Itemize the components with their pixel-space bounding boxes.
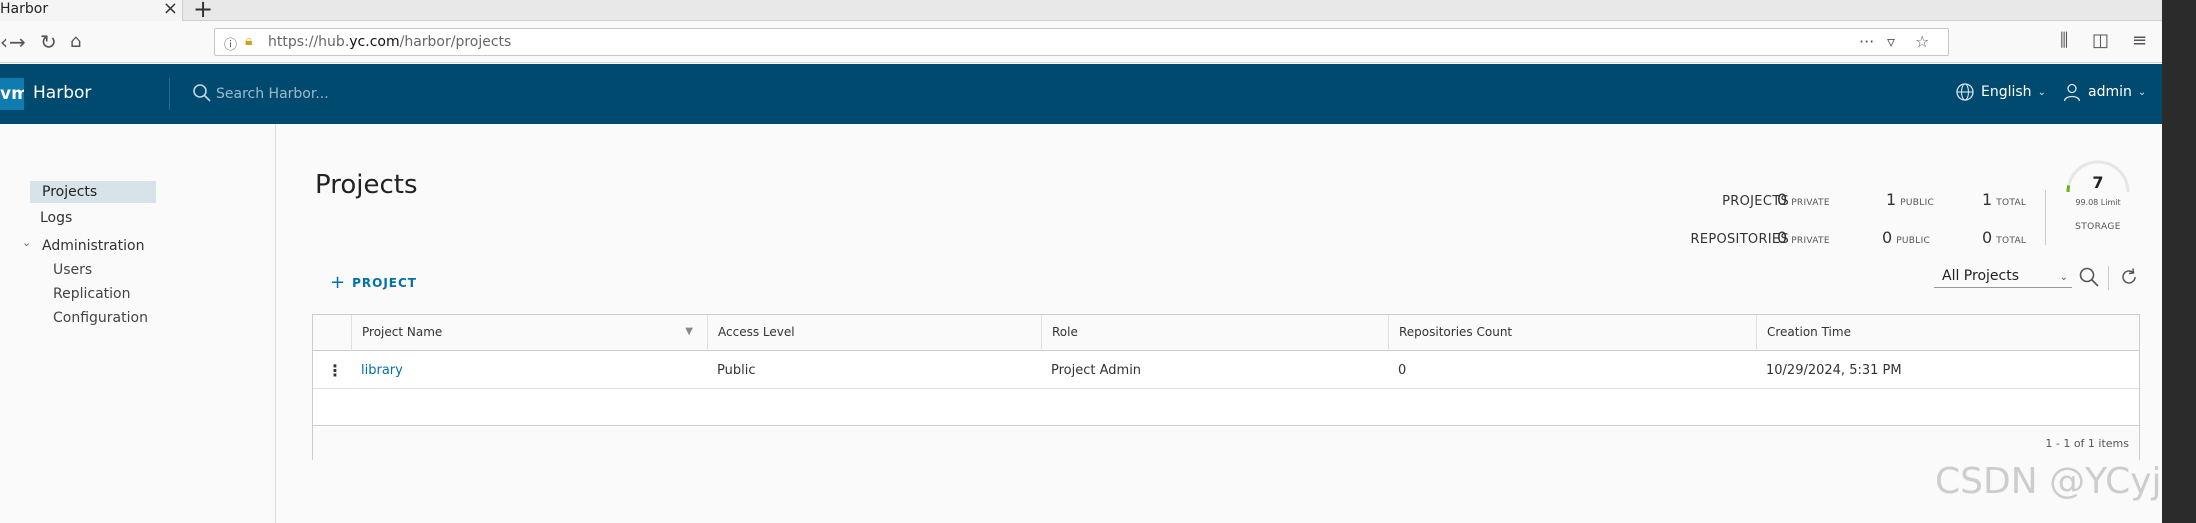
language-selector[interactable]: English ⌄ — [1955, 82, 2046, 102]
globe-icon — [1956, 83, 1974, 101]
datagrid-empty-space — [313, 390, 2139, 426]
sidebar-item-replication[interactable]: Replication — [53, 286, 130, 302]
tab-title: Harbor — [0, 1, 49, 17]
reload-icon[interactable]: ↻ — [40, 30, 57, 54]
refresh-icon[interactable] — [2118, 266, 2140, 288]
column-header-project-name[interactable]: Project Name ▼ — [351, 315, 707, 351]
sidebar-item-configuration[interactable]: Configuration — [53, 310, 148, 326]
storage-value: 7 — [2092, 173, 2104, 192]
info-icon[interactable]: ⓘ — [224, 34, 237, 53]
sidebar-item-administration[interactable]: Administration — [42, 238, 144, 254]
page-title: Projects — [315, 170, 418, 200]
search-icon — [193, 84, 211, 102]
chevron-down-icon: ⌄ — [2059, 272, 2068, 283]
toolbar-divider — [2108, 266, 2109, 290]
user-icon — [2063, 83, 2081, 102]
column-header-access-level[interactable]: Access Level — [707, 315, 1041, 351]
pocket-icon[interactable]: ▿ — [1887, 32, 1895, 51]
browser-window: Harbor × + ‹ → ↻ ⌂ ⓘ 🔒︎ https://hub.yc.c… — [0, 0, 2162, 523]
repos-total-count: 0 TOTAL — [1982, 228, 2027, 247]
home-icon[interactable]: ⌂ — [70, 30, 81, 54]
username: admin — [2088, 84, 2132, 100]
library-icon[interactable]: ⫼ — [2060, 30, 2068, 51]
sidebar-item-users[interactable]: Users — [53, 262, 92, 278]
repos-public-count: 0 PUBLIC — [1882, 228, 1931, 247]
role-cell: Project Admin — [1051, 363, 1142, 378]
project-summary: PROJECTS REPOSITORIES 0 PRIVATE 1 PUBLIC 1… — [1600, 186, 2040, 256]
browser-navbar: ‹ → ↻ ⌂ ⓘ 🔒︎ https://hub.yc.com/harbor/p… — [0, 21, 2162, 63]
project-filter-select[interactable]: All Projects ⌄ — [1934, 266, 2072, 288]
repos-private-count: 0 PRIVATE — [1777, 228, 1830, 247]
sidebar-item-projects[interactable]: Projects — [30, 181, 156, 203]
search-input[interactable] — [216, 82, 616, 106]
projects-private-count: 0 PRIVATE — [1777, 190, 1830, 209]
insecure-lock-icon[interactable]: 🔒︎ — [245, 33, 252, 49]
window-edge — [2162, 0, 2196, 523]
row-actions-icon[interactable]: ⋮ — [321, 352, 351, 389]
user-menu[interactable]: admin ⌄ — [2062, 82, 2146, 102]
app-title[interactable]: Harbor — [33, 83, 91, 103]
sidebar-item-logs[interactable]: Logs — [40, 210, 72, 226]
storage-limit: 99.08 Limit — [2075, 198, 2121, 207]
storage-label: STORAGE — [2075, 222, 2121, 232]
repositories-summary-label: REPOSITORIES — [1690, 232, 1789, 247]
search-icon[interactable] — [2078, 266, 2100, 288]
plus-icon: + — [330, 272, 347, 293]
page-actions-icon[interactable]: ··· — [1859, 32, 1874, 51]
projects-public-count: 1 PUBLIC — [1886, 190, 1935, 209]
project-link[interactable]: library — [361, 363, 403, 378]
summary-divider — [2045, 190, 2046, 245]
project-filter-value: All Projects — [1942, 268, 2019, 284]
browser-tab[interactable]: Harbor × — [0, 0, 183, 21]
bookmark-star-icon[interactable]: ☆ — [1915, 32, 1929, 51]
pagination-text: 1 - 1 of 1 items — [2045, 437, 2129, 450]
storage-gauge: 7 99.08 Limit STORAGE — [2058, 160, 2138, 240]
project-name-cell: library — [351, 352, 403, 389]
vmware-logo: vm — [0, 78, 24, 110]
repo-count-cell: 0 — [1398, 363, 1407, 378]
close-tab-icon[interactable]: × — [163, 0, 178, 18]
back-icon[interactable]: ‹ — [0, 30, 8, 54]
new-tab-button[interactable]: + — [193, 0, 213, 21]
menu-icon[interactable]: ≡ — [2132, 30, 2147, 51]
column-header-creation-time[interactable]: Creation Time — [1756, 315, 2139, 351]
url-bar[interactable]: ⓘ 🔒︎ https://hub.yc.com/harbor/projects … — [214, 28, 1949, 56]
projects-datagrid: Project Name ▼ Access Level Role Reposit… — [312, 314, 2140, 460]
add-project-label: PROJECT — [352, 275, 417, 290]
header-divider — [169, 78, 170, 110]
url-text: https://hub.yc.com/harbor/projects — [268, 34, 512, 50]
access-level-cell: Public — [717, 363, 756, 378]
sidebar: Projects Logs ⌄ Administration Users Rep… — [0, 124, 276, 523]
forward-icon[interactable]: → — [9, 30, 26, 54]
projects-total-count: 1 TOTAL — [1982, 190, 2027, 209]
language-label: English — [1981, 84, 2032, 100]
chevron-down-icon: ⌄ — [2037, 86, 2046, 98]
chevron-down-icon[interactable]: ⌄ — [22, 236, 31, 249]
column-header-role[interactable]: Role — [1041, 315, 1388, 351]
sidebar-toggle-icon[interactable]: ◫ — [2092, 30, 2109, 51]
watermark: CSDN @YCyjs — [1935, 461, 2162, 502]
tab-bar: Harbor × + — [0, 0, 2162, 21]
filter-icon[interactable]: ▼ — [685, 315, 693, 349]
app-header: vm Harbor English ⌄ admin ⌄ — [0, 64, 2162, 124]
datagrid-header: Project Name ▼ Access Level Role Reposit… — [313, 315, 2139, 351]
creation-time-cell: 10/29/2024, 5:31 PM — [1766, 363, 1902, 378]
chevron-down-icon: ⌄ — [2137, 86, 2147, 98]
datagrid-footer: 1 - 1 of 1 items — [313, 427, 2139, 460]
add-project-button[interactable]: + PROJECT — [330, 272, 417, 293]
table-row: ⋮ library Public Project Admin 0 10/29/2… — [313, 352, 2139, 389]
column-header-repositories-count[interactable]: Repositories Count — [1388, 315, 1756, 351]
